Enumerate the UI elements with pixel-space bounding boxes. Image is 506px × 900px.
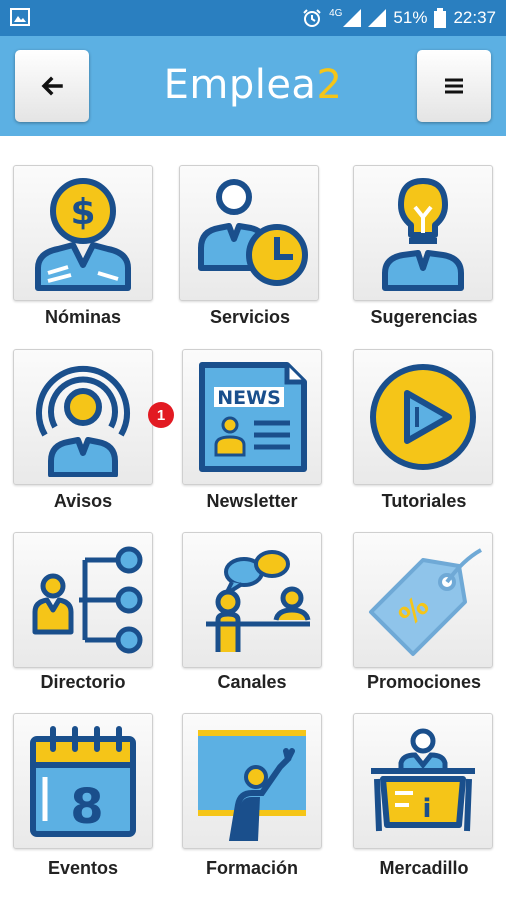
tile-label-avisos: Avisos	[53, 491, 113, 511]
tile-label-promociones: Promociones	[366, 672, 482, 692]
menu-button[interactable]	[417, 50, 491, 122]
tile-label-servicios: Servicios	[209, 307, 291, 327]
clock: 22:37	[453, 8, 496, 27]
tile-servicios[interactable]	[179, 165, 319, 301]
battery-icon	[434, 8, 447, 28]
tile-label-tutoriales: Tutoriales	[381, 491, 467, 511]
signal-icon-2	[368, 9, 387, 27]
play-icon	[370, 364, 476, 470]
svg-text:$: $	[70, 192, 95, 233]
notification-badge: 1	[148, 402, 174, 428]
price-tag-icon: %	[369, 548, 482, 656]
services-clock-icon	[198, 179, 308, 286]
tile-label-nominas: Nóminas	[44, 307, 122, 327]
status-right: 4G 51% 22:37	[302, 0, 496, 36]
tile-label-directorio: Directorio	[40, 672, 126, 692]
calendar-day-text: 8	[70, 779, 103, 835]
alarm-icon	[303, 9, 321, 27]
tile-sugerencias[interactable]	[353, 165, 493, 301]
tile-directorio[interactable]	[13, 532, 153, 668]
tile-label-newsletter: Newsletter	[206, 491, 298, 511]
tile-tutoriales[interactable]	[353, 349, 493, 485]
tile-nominas[interactable]: $	[13, 165, 153, 301]
tile-mercadillo[interactable]: i	[353, 713, 493, 849]
network-type: 4G	[329, 7, 343, 19]
newsletter-news-text: NEWS	[217, 387, 281, 409]
broadcast-person-icon	[36, 365, 130, 477]
tile-label-canales: Canales	[217, 672, 287, 692]
app-bar: Emplea2	[0, 36, 506, 136]
tile-formacion[interactable]	[182, 713, 322, 849]
app-title-main: Emplea	[163, 62, 317, 108]
lightbulb-person-icon	[382, 178, 464, 291]
tile-label-mercadillo: Mercadillo	[379, 858, 469, 878]
battery-percent: 51%	[393, 8, 428, 27]
tile-promociones[interactable]: %	[353, 532, 493, 668]
newspaper-icon: NEWS	[199, 362, 307, 472]
tile-eventos[interactable]: 8	[13, 713, 153, 849]
app-title-accent: 2	[316, 62, 343, 108]
status-bar: 4G 51% 22:37	[0, 0, 506, 36]
gallery-notification-icon	[10, 8, 30, 26]
directory-tree-icon	[32, 546, 143, 654]
tile-label-formacion: Formación	[205, 858, 298, 878]
calendar-icon: 8	[30, 726, 136, 837]
market-info-text: i	[423, 794, 432, 824]
payroll-icon: $	[35, 178, 131, 291]
signal-icon	[343, 9, 362, 27]
tile-avisos[interactable]	[13, 349, 153, 485]
market-stand-icon: i	[371, 728, 475, 832]
tile-newsletter[interactable]: NEWS	[182, 349, 322, 485]
hamburger-icon	[445, 78, 463, 94]
tile-label-eventos: Eventos	[47, 858, 119, 878]
conversation-icon	[206, 550, 311, 652]
tile-label-sugerencias: Sugerencias	[370, 307, 478, 327]
tile-canales[interactable]	[182, 532, 322, 668]
teacher-board-icon	[198, 730, 306, 841]
